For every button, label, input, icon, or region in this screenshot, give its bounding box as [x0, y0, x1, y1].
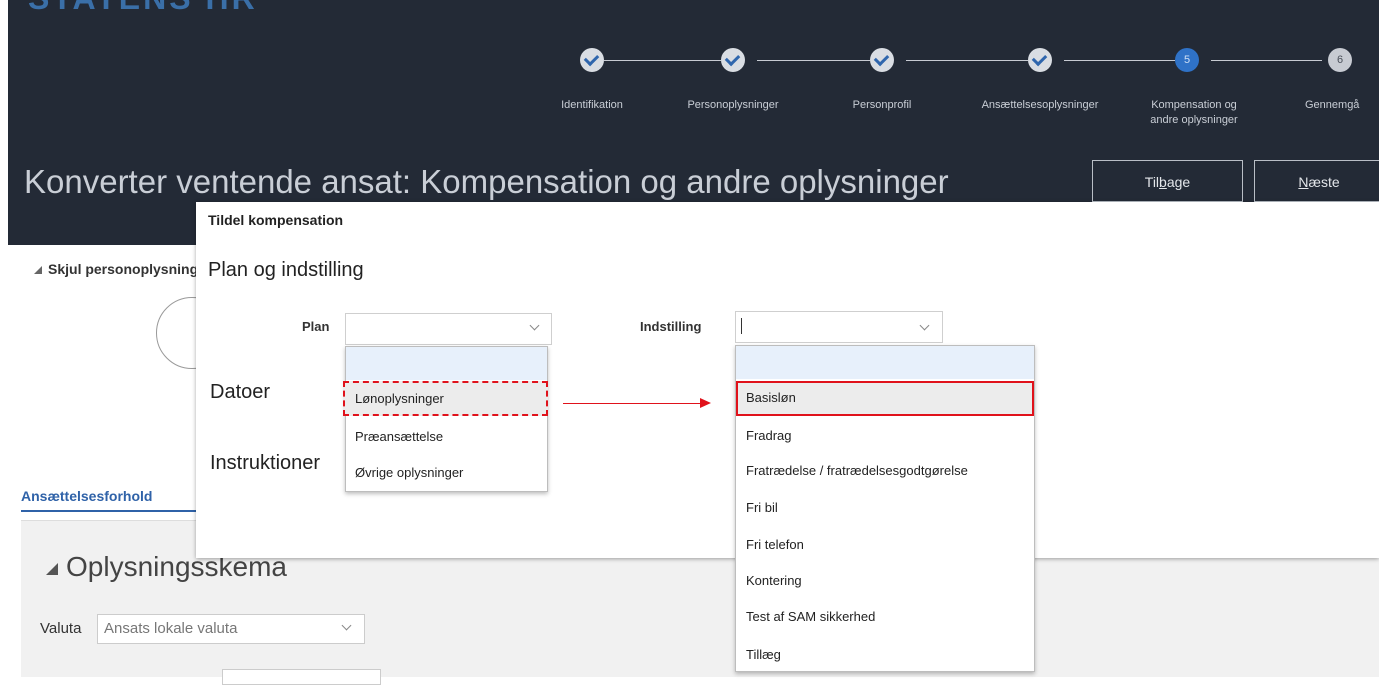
setting-option-fradrag[interactable]: Fradrag: [746, 428, 792, 443]
train-label-line2: andre oplysninger: [1150, 114, 1238, 126]
dialog-title: Tildel kompensation: [208, 212, 344, 228]
setting-option-tillaeg[interactable]: Tillæg: [746, 647, 781, 662]
plan-dropdown-blank-option[interactable]: [346, 347, 547, 380]
train-connector: [1064, 60, 1175, 61]
next-label-post: æste: [1308, 174, 1340, 190]
plan-option-oevrige[interactable]: Øvrige oplysninger: [355, 465, 463, 480]
arrow-right-icon: [700, 398, 711, 408]
train-stop-ansaettelsesoplysninger[interactable]: [1028, 48, 1052, 72]
train-stop-personprofil[interactable]: [870, 48, 894, 72]
setting-option-kontering[interactable]: Kontering: [746, 573, 802, 588]
background-field[interactable]: [222, 669, 381, 685]
check-icon: [1031, 50, 1048, 67]
tab-ansaettelsesforhold[interactable]: Ansættelsesforhold: [21, 488, 152, 504]
check-icon: [873, 50, 890, 67]
currency-label: Valuta: [40, 620, 82, 637]
setting-option-label: Basisløn: [746, 390, 796, 405]
setting-option-fratraedelse[interactable]: Fratrædelse / fratrædelsesgodtgørelse: [746, 463, 968, 478]
train-label-personoplysninger: Personoplysninger: [687, 99, 779, 111]
setting-option-fri-telefon[interactable]: Fri telefon: [746, 537, 804, 552]
train-label-gennemgaa: Gennemgå: [1305, 99, 1360, 111]
train-label-kompensation: Kompensation og andre oplysninger: [1130, 98, 1258, 128]
train-label-ansaettelsesoplysninger: Ansættelsesoplysninger: [981, 99, 1099, 111]
setting-select[interactable]: [735, 311, 943, 343]
train-stop-kompensation[interactable]: 5: [1175, 48, 1199, 72]
check-icon: [724, 50, 741, 67]
train-stop-identifikation[interactable]: [580, 48, 604, 72]
train-stop-personoplysninger[interactable]: [721, 48, 745, 72]
train-label-identifikation: Identifikation: [561, 99, 623, 111]
section-plan-setting: Plan og indstilling: [208, 259, 364, 281]
setting-label: Indstilling: [640, 319, 702, 334]
annotation-arrow: [563, 403, 703, 404]
app-brand: STATENS HR: [28, 0, 258, 17]
currency-select-value: Ansats lokale valuta: [104, 620, 238, 637]
tab-underline: [21, 510, 196, 512]
check-icon: [583, 50, 600, 67]
next-label-mnemonic: N: [1298, 174, 1309, 190]
hide-personal-info-toggle[interactable]: Skjul personoplysninger: [48, 261, 211, 277]
train-connector: [757, 60, 870, 61]
train-connector: [906, 60, 1028, 61]
plan-option-praeansaettelse[interactable]: Præansættelse: [355, 429, 443, 444]
train-label-line1: Kompensation og: [1151, 99, 1237, 111]
section-instructions: Instruktioner: [210, 452, 321, 474]
train-stop-gennemgaa[interactable]: 6: [1328, 48, 1352, 72]
next-button[interactable]: Næste: [1254, 160, 1379, 202]
back-label-pre: Til: [1144, 174, 1160, 190]
collapse-triangle-icon[interactable]: [46, 563, 58, 575]
text-caret: [741, 318, 742, 334]
left-margin: [0, 0, 8, 676]
section-dates: Datoer: [210, 381, 271, 403]
setting-dropdown-blank-option[interactable]: [736, 346, 1034, 379]
setting-option-test-sam[interactable]: Test af SAM sikkerhed: [746, 609, 875, 624]
back-label-post: age: [1166, 174, 1191, 190]
setting-option-fri-bil[interactable]: Fri bil: [746, 500, 778, 515]
train-connector: [604, 60, 721, 61]
back-button[interactable]: Tilbage: [1092, 160, 1243, 202]
train-label-personprofil: Personprofil: [852, 99, 912, 111]
plan-option-label: Lønoplysninger: [355, 391, 444, 406]
collapse-triangle-icon[interactable]: [34, 266, 42, 274]
plan-select[interactable]: [345, 313, 552, 345]
plan-label: Plan: [302, 319, 330, 334]
back-label-mnemonic: b: [1159, 174, 1167, 190]
train-connector: [1211, 60, 1322, 61]
page-title: Konverter ventende ansat: Kompensation o…: [24, 163, 949, 200]
